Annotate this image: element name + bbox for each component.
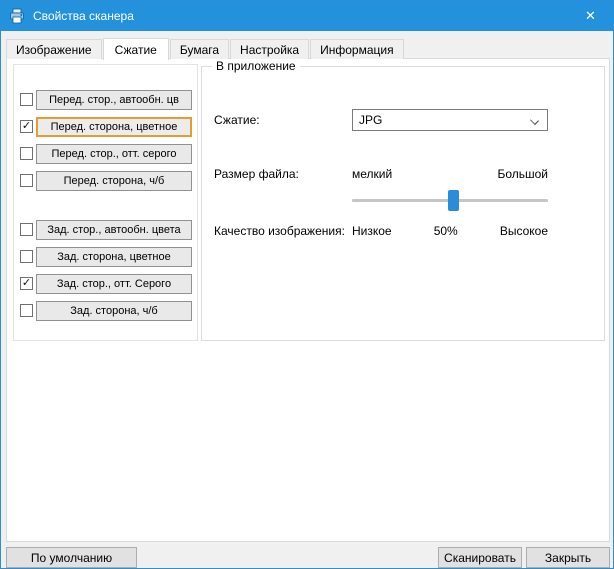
back-grayscale-checkbox[interactable]: ✓ [20,277,33,290]
front-bw-button[interactable]: Перед. сторона, ч/б [36,171,192,191]
quality-max-label: Высокое [499,224,548,238]
file-size-min-label: мелкий [352,167,393,181]
back-color-button[interactable]: Зад. сторона, цветное [36,247,192,267]
quality-range-labels: Низкое 50% Высокое [352,224,548,238]
window-title: Свойства сканера [33,9,134,23]
in-application-group: В приложение Сжатие: JPG Размер файла: м… [201,59,605,341]
compression-selected-value: JPG [359,113,383,127]
option-row: Перед. стор., автообн. цв [14,90,197,110]
group-title: В приложение [212,59,300,73]
option-row: ✓ Перед. сторона, цветное [14,117,197,137]
back-bw-button[interactable]: Зад. сторона, ч/б [36,301,192,321]
front-auto-color-checkbox[interactable] [20,93,33,106]
front-auto-color-button[interactable]: Перед. стор., автообн. цв [36,90,192,110]
back-color-checkbox[interactable] [20,250,33,263]
title-bar: Свойства сканера ✕ [1,1,613,31]
back-bw-checkbox[interactable] [20,304,33,317]
back-auto-color-button[interactable]: Зад. стор., автообн. цвета [36,220,192,240]
quality-current-value: 50% [433,224,458,238]
tab-compression[interactable]: Сжатие [102,38,169,60]
option-row: Перед. сторона, ч/б [14,171,197,191]
chevron-down-icon [530,116,539,125]
window-close-button[interactable]: ✕ [568,1,613,31]
option-row: Зад. стор., автообн. цвета [14,220,197,240]
tab-information[interactable]: Информация [310,39,404,59]
compression-label: Сжатие: [214,113,260,127]
option-row: Зад. сторона, ч/б [14,301,197,321]
option-row: ✓ Зад. стор., отт. Серого [14,274,197,294]
front-color-checkbox[interactable]: ✓ [20,120,33,133]
option-row: Зад. сторона, цветное [14,247,197,267]
tab-paper[interactable]: Бумага [169,39,230,59]
front-bw-checkbox[interactable] [20,174,33,187]
front-color-button[interactable]: Перед. сторона, цветное [36,117,192,137]
tab-strip: Изображение Сжатие Бумага Настройка Инфо… [6,38,405,60]
printer-icon [10,8,24,24]
file-size-label: Размер файла: [214,167,299,181]
quality-slider[interactable] [352,185,548,215]
front-grayscale-checkbox[interactable] [20,147,33,160]
scan-button[interactable]: Сканировать [438,547,522,568]
compression-tab-page: Перед. стор., автообн. цв ✓ Перед. сторо… [6,58,610,542]
default-button[interactable]: По умолчанию [6,547,137,568]
slider-handle[interactable] [448,190,459,211]
close-button[interactable]: Закрыть [526,547,610,568]
tab-settings[interactable]: Настройка [230,39,310,59]
back-auto-color-checkbox[interactable] [20,223,33,236]
back-grayscale-button[interactable]: Зад. стор., отт. Серого [36,274,192,294]
option-row: Перед. стор., отт. серого [14,144,197,164]
quality-label: Качество изображения: [214,224,345,238]
quality-min-label: Низкое [352,224,392,238]
close-icon: ✕ [585,8,596,23]
scan-side-list: Перед. стор., автообн. цв ✓ Перед. сторо… [13,64,198,341]
compression-select[interactable]: JPG [352,109,548,131]
file-size-max-label: Большой [497,167,548,181]
tab-image[interactable]: Изображение [6,39,102,59]
front-grayscale-button[interactable]: Перед. стор., отт. серого [36,144,192,164]
file-size-range-labels: мелкий Большой [352,167,548,181]
scanner-properties-dialog: Свойства сканера ✕ Изображение Сжатие Бу… [0,0,614,569]
